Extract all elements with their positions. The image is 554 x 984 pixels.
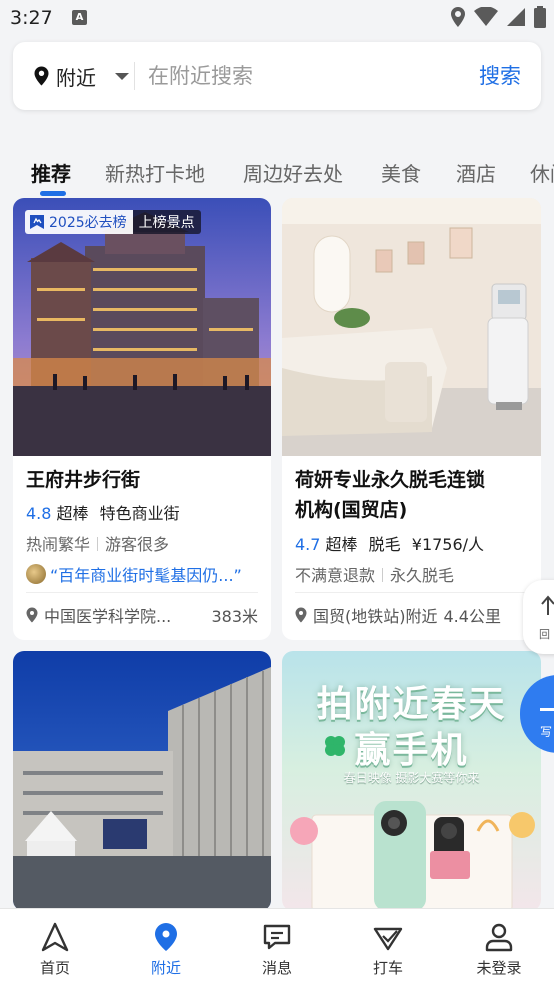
nav-account[interactable]: 未登录 <box>444 909 554 984</box>
tab-food[interactable]: 美食 <box>381 158 421 187</box>
salon-room-photo <box>282 198 541 456</box>
bottom-navigation: 首页 附近 消息 打车 未登录 <box>0 908 554 984</box>
nav-messages[interactable]: 消息 <box>222 909 332 984</box>
category-tabs: 推荐 新热打卡地 周边好去处 美食 酒店 休闲 <box>0 154 554 200</box>
search-button[interactable]: 搜索 <box>479 60 521 90</box>
location-pin-icon[interactable] <box>34 66 49 86</box>
poi-card[interactable]: 荷妍专业永久脱毛连锁 机构(国贸店) 4.7 超棒 脱毛 ¥1756/人 不满意… <box>282 198 541 640</box>
poi-distance: 383米 <box>211 607 258 626</box>
status-bar: 3:27 A <box>0 0 554 36</box>
rating-score: 4.8 <box>26 504 52 523</box>
poi-tag: 游客很多 <box>105 535 170 554</box>
tag-separator <box>97 537 99 551</box>
poi-place: 中国医学科学院... <box>44 607 172 626</box>
promo-banner[interactable]: 拍附近春天 赢手机 春日映像 摄影大赛等你来 <box>282 651 541 911</box>
tab-leisure[interactable]: 休闲 <box>530 158 554 187</box>
poi-tag: 热闹繁华 <box>26 535 91 554</box>
pen-icon <box>540 708 554 711</box>
user-icon <box>485 923 513 952</box>
message-icon <box>263 924 291 950</box>
nav-nearby[interactable]: 附近 <box>111 909 221 984</box>
poi-rating: 4.7 超棒 脱毛 ¥1756/人 <box>295 531 484 555</box>
nav-home[interactable]: 首页 <box>0 909 110 984</box>
back-to-top-button[interactable]: 回 <box>523 580 554 654</box>
tag-separator <box>382 568 384 582</box>
location-selector[interactable]: 附近 <box>56 62 96 91</box>
poi-category: 特色商业街 <box>99 504 180 523</box>
building-photo <box>13 651 271 909</box>
poi-tag: 不满意退款 <box>295 566 376 585</box>
badge-rank-text: 2025必去榜 <box>49 215 127 231</box>
rating-label: 超棒 <box>325 535 358 554</box>
card-divider <box>295 592 528 593</box>
poi-title: 王府井步行街 <box>26 469 141 491</box>
review-quote-text: “百年商业街时髦基因仍...” <box>50 566 242 585</box>
ranking-flag-icon <box>30 215 44 229</box>
location-pin-icon <box>26 607 38 623</box>
promo-products-illustration <box>290 801 535 911</box>
clover-icon <box>325 736 345 756</box>
promo-headline-2: 赢手机 <box>354 730 469 771</box>
tab-recommend[interactable]: 推荐 <box>31 158 71 187</box>
poi-rating: 4.8 超棒 特色商业街 <box>26 500 180 524</box>
navigate-arrow-icon <box>41 922 69 952</box>
signal-icon <box>507 8 525 26</box>
poi-review-quote: “百年商业街时髦基因仍...” <box>26 562 242 586</box>
search-bar: 附近 搜索 <box>13 42 541 110</box>
badge-tag: 上榜景点 <box>132 210 201 234</box>
poi-tags: 热闹繁华 游客很多 <box>26 531 169 555</box>
reviewer-avatar <box>26 564 46 584</box>
battery-icon <box>534 6 546 28</box>
nav-messages-label: 消息 <box>261 959 292 977</box>
status-time: 3:27 <box>10 7 53 29</box>
poi-tags: 不满意退款 永久脱毛 <box>295 562 454 586</box>
poi-card[interactable] <box>13 651 271 911</box>
poi-place: 国贸(地铁站)附近 <box>313 607 438 626</box>
tab-active-indicator <box>40 191 66 196</box>
nav-taxi-label: 打车 <box>372 959 403 977</box>
poi-price: ¥1756/人 <box>411 535 485 554</box>
nav-account-label: 未登录 <box>476 959 522 977</box>
location-status-icon <box>451 7 465 27</box>
write-label: 写 <box>540 725 553 739</box>
rating-score: 4.7 <box>295 535 321 554</box>
nav-taxi[interactable]: 打车 <box>333 909 443 984</box>
status-icons <box>450 6 546 28</box>
tab-nearby-places[interactable]: 周边好去处 <box>243 158 343 187</box>
notification-icon: A <box>72 10 87 25</box>
poi-distance: 4.4公里 <box>443 607 501 626</box>
poi-tag: 永久脱毛 <box>390 566 455 585</box>
street-photo <box>13 198 271 456</box>
card-divider <box>26 592 258 593</box>
poi-card[interactable]: 2025必去榜 上榜景点 王府井步行街 4.8 超棒 特色商业街 热闹繁华 游客很… <box>13 198 271 640</box>
poi-location: 中国医学科学院... 383米 <box>26 603 258 627</box>
poi-category: 脱毛 <box>368 535 401 554</box>
search-input[interactable] <box>148 60 458 92</box>
nav-home-label: 首页 <box>39 959 70 977</box>
search-divider <box>134 62 135 90</box>
promo-headline-1: 拍附近春天 <box>316 684 507 725</box>
taxi-icon <box>373 927 403 951</box>
rating-label: 超棒 <box>56 504 89 523</box>
poi-location: 国贸(地铁站)附近 4.4公里 <box>295 603 528 627</box>
ranking-badge: 2025必去榜 上榜景点 <box>25 210 201 234</box>
arrow-up-icon <box>541 595 554 615</box>
chevron-down-icon[interactable] <box>115 73 129 80</box>
poi-title-line1: 荷妍专业永久脱毛连锁 <box>295 469 486 491</box>
location-pin-icon <box>295 607 307 623</box>
tab-hotel[interactable]: 酒店 <box>456 158 496 187</box>
wifi-icon <box>474 7 498 26</box>
tab-trending-spots[interactable]: 新热打卡地 <box>105 158 205 187</box>
nav-nearby-label: 附近 <box>150 959 181 977</box>
promo-subline: 春日映像 摄影大赛等你来 <box>343 771 480 785</box>
back-to-top-label: 回 <box>539 628 550 641</box>
location-pin-icon <box>155 923 177 951</box>
poi-title-line2: 机构(国贸店) <box>295 499 408 521</box>
badge-rank: 2025必去榜 <box>25 210 133 234</box>
